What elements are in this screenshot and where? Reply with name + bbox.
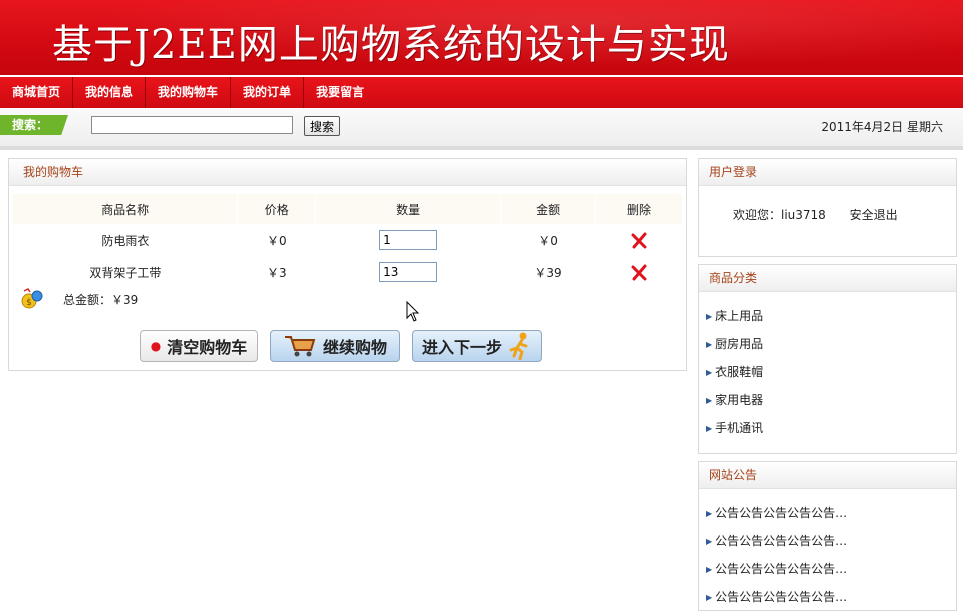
login-panel-title: 用户登录 xyxy=(699,159,956,186)
col-header-price: 价格 xyxy=(237,194,317,224)
nav-item-my-orders[interactable]: 我的订单 xyxy=(231,77,305,108)
notice-item[interactable]: ▶ 公告公告公告公告公告… xyxy=(706,555,956,583)
notice-label: 公告公告公告公告公告… xyxy=(715,506,848,520)
item-price: ￥3 xyxy=(266,265,287,280)
nav-item-my-info[interactable]: 我的信息 xyxy=(73,77,147,108)
search-input[interactable] xyxy=(91,116,293,134)
category-item[interactable]: ▶ 床上用品 xyxy=(706,302,956,330)
bullet-arrow-icon: ▶ xyxy=(706,593,713,602)
notice-label: 公告公告公告公告公告… xyxy=(715,534,848,548)
next-step-label: 进入下一步 xyxy=(421,338,502,357)
item-name: 防电雨衣 xyxy=(101,233,150,248)
notice-item[interactable]: ▶ 公告公告公告公告公告… xyxy=(706,499,956,527)
welcome-text: 欢迎您：liu3718 xyxy=(733,208,826,222)
item-qty-cell xyxy=(316,224,501,256)
notice-label: 公告公告公告公告公告… xyxy=(715,590,848,604)
col-header-qty: 数量 xyxy=(315,194,502,224)
category-item[interactable]: ▶ 手机通讯 xyxy=(706,414,956,442)
site-banner: 基于J2EE网上购物系统的设计与实现 xyxy=(0,0,963,75)
bullet-arrow-icon: ▶ xyxy=(706,565,713,574)
cart-panel: 我的购物车 商品名称 价格 数量 金额 删除 防电雨衣 ￥0 ￥0 xyxy=(8,158,687,371)
running-man-icon xyxy=(509,332,528,360)
category-item[interactable]: ▶ 厨房用品 xyxy=(706,330,956,358)
clear-cart-button[interactable]: ● 清空购物车 xyxy=(140,330,258,362)
svg-text:$: $ xyxy=(26,298,32,308)
table-row: 双背架子工带 ￥3 ￥39 xyxy=(13,256,683,288)
main-nav: 商城首页 我的信息 我的购物车 我的订单 我要留言 xyxy=(0,77,963,108)
category-label: 衣服鞋帽 xyxy=(715,365,764,379)
item-delete-cell xyxy=(596,256,683,288)
bullet-arrow-icon: ▶ xyxy=(706,396,713,405)
nav-item-home[interactable]: 商城首页 xyxy=(0,77,74,108)
bullet-arrow-icon: ▶ xyxy=(706,340,713,349)
item-amount: ￥39 xyxy=(534,265,562,280)
category-item[interactable]: ▶ 衣服鞋帽 xyxy=(706,358,956,386)
notice-list: ▶ 公告公告公告公告公告… ▶ 公告公告公告公告公告… ▶ 公告公告公告公告公告… ▶… xyxy=(699,489,956,611)
table-row: 防电雨衣 ￥0 ￥0 xyxy=(13,224,683,256)
bullet-arrow-icon: ▶ xyxy=(706,509,713,518)
money-bag-icon: $ xyxy=(21,288,43,309)
search-bar: 搜索： 搜索 2011年4月2日 星期六 xyxy=(0,108,963,150)
search-label: 搜索： xyxy=(0,115,68,135)
total-row: $ 总金额：￥39 xyxy=(21,286,138,312)
nav-item-leave-message[interactable]: 我要留言 xyxy=(304,77,376,108)
category-item[interactable]: ▶ 家用电器 xyxy=(706,386,956,414)
item-price: ￥0 xyxy=(266,233,287,248)
bullet-arrow-icon: ▶ xyxy=(706,312,713,321)
bullet-arrow-icon: ▶ xyxy=(706,424,713,433)
col-header-name: 商品名称 xyxy=(13,194,239,224)
cart-panel-title: 我的购物车 xyxy=(9,159,686,186)
bullet-icon: ● xyxy=(150,339,162,353)
shopping-cart-icon xyxy=(284,336,316,357)
item-amount: ￥0 xyxy=(538,233,558,248)
item-qty-cell xyxy=(316,256,501,288)
category-label: 手机通讯 xyxy=(715,421,764,435)
site-title: 基于J2EE网上购物系统的设计与实现 xyxy=(52,22,730,68)
cart-header-row: 商品名称 价格 数量 金额 删除 xyxy=(13,194,683,224)
bullet-arrow-icon: ▶ xyxy=(706,368,713,377)
category-panel: 商品分类 ▶ 床上用品 ▶ 厨房用品 ▶ 衣服鞋帽 ▶ 家用电器 ▶ 手机通讯 xyxy=(698,264,957,454)
continue-shopping-button[interactable]: 继续购物 xyxy=(270,330,400,362)
bullet-arrow-icon: ▶ xyxy=(706,537,713,546)
category-panel-title: 商品分类 xyxy=(699,265,956,292)
cart-actions: ● 清空购物车 继续购物 进入下一步 xyxy=(140,330,542,362)
next-step-button[interactable]: 进入下一步 xyxy=(412,330,542,362)
category-label: 家用电器 xyxy=(715,393,764,407)
notice-item[interactable]: ▶ 公告公告公告公告公告… xyxy=(706,527,956,555)
mouse-cursor-icon xyxy=(406,301,420,322)
cart-table: 商品名称 价格 数量 金额 删除 防电雨衣 ￥0 ￥0 xyxy=(13,194,683,288)
logout-link[interactable]: 安全退出 xyxy=(850,208,898,222)
login-body: 欢迎您：liu3718 安全退出 xyxy=(699,186,956,223)
item-name: 双背架子工带 xyxy=(89,265,162,280)
item-delete-cell xyxy=(596,224,683,256)
current-date: 2011年4月2日 星期六 xyxy=(821,120,943,134)
login-panel: 用户登录 欢迎您：liu3718 安全退出 xyxy=(698,158,957,257)
notice-panel-title: 网站公告 xyxy=(699,462,956,489)
nav-item-my-cart[interactable]: 我的购物车 xyxy=(146,77,232,108)
notice-panel: 网站公告 ▶ 公告公告公告公告公告… ▶ 公告公告公告公告公告… ▶ 公告公告公告公告… xyxy=(698,461,957,611)
delete-icon[interactable] xyxy=(631,264,648,281)
category-label: 厨房用品 xyxy=(715,337,764,351)
quantity-input[interactable] xyxy=(379,230,438,250)
col-header-amount: 金额 xyxy=(500,194,597,224)
continue-shopping-label: 继续购物 xyxy=(322,338,387,357)
notice-label: 公告公告公告公告公告… xyxy=(715,562,848,576)
col-header-delete: 删除 xyxy=(595,194,683,224)
search-button[interactable]: 搜索 xyxy=(304,116,340,136)
clear-cart-label: 清空购物车 xyxy=(167,338,248,357)
quantity-input[interactable] xyxy=(379,262,438,282)
notice-item[interactable]: ▶ 公告公告公告公告公告… xyxy=(706,583,956,611)
total-amount: 总金额：￥39 xyxy=(63,292,139,307)
category-label: 床上用品 xyxy=(715,309,764,323)
category-list: ▶ 床上用品 ▶ 厨房用品 ▶ 衣服鞋帽 ▶ 家用电器 ▶ 手机通讯 xyxy=(699,292,956,442)
delete-icon[interactable] xyxy=(631,232,648,249)
